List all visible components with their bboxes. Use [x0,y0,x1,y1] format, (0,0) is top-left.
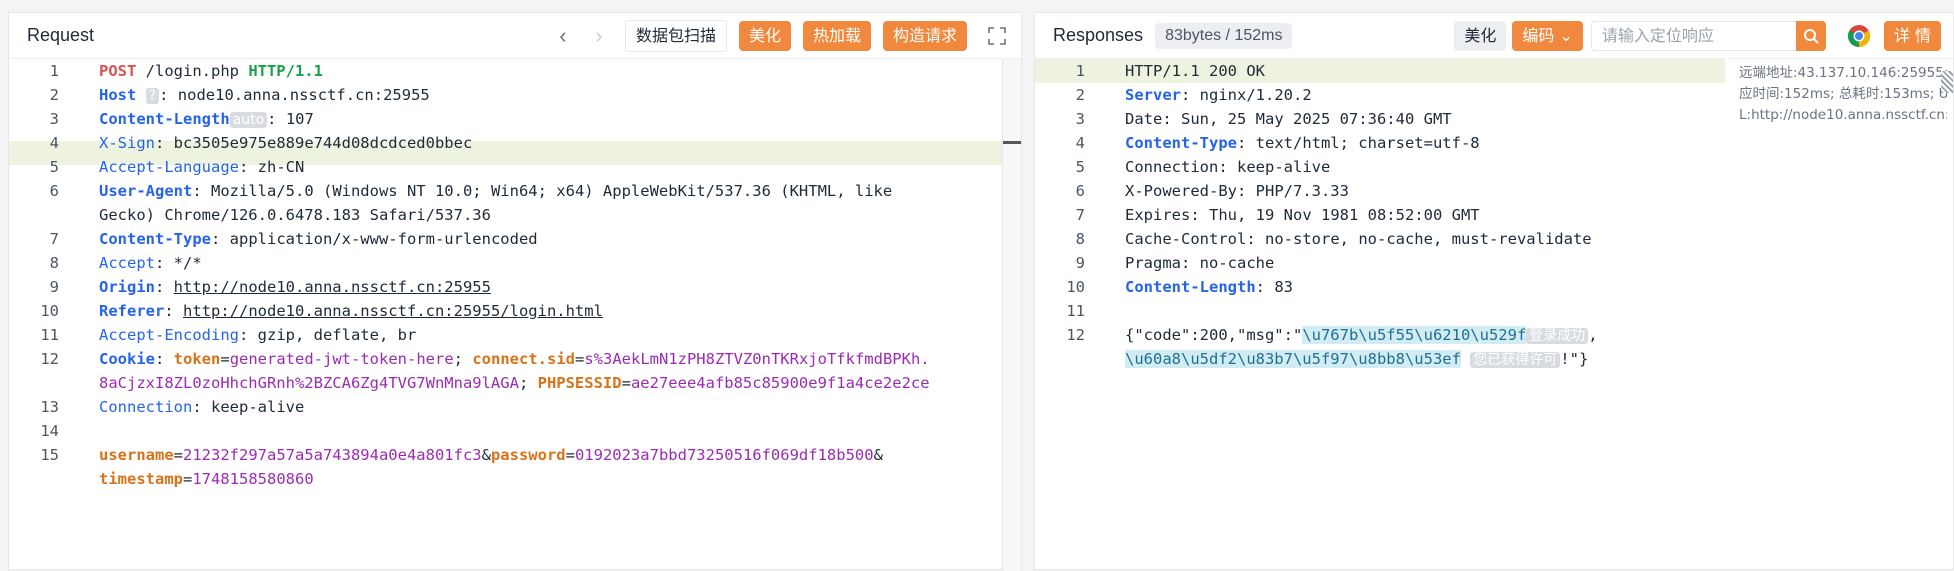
line-number: 15 [40,446,59,464]
origin-link[interactable]: http://node10.anna.nssctf.cn:25955 [174,278,491,296]
hot-reload-button[interactable]: 热加载 [802,20,871,51]
line-number: 9 [1075,254,1085,272]
header-referer: Referer: http://node10.anna.nssctf.cn:25… [99,302,603,320]
line-number: 4 [1075,134,1085,152]
line-number: 1 [49,62,59,80]
line-number: 2 [1075,86,1085,104]
line-number: 11 [40,326,59,344]
line-number: 8 [1075,230,1085,248]
line-number: 1 [1075,62,1085,80]
line-number: 11 [1066,302,1085,320]
chrome-browser-icon[interactable] [1846,23,1872,49]
request-body: username=21232f297a57a5a743894a0e4a801fc… [99,446,883,464]
header-x-sign: X-Sign: bc3505e975e889e744d08dcdced0bbec [99,134,473,152]
locate-input[interactable] [1590,20,1796,51]
line-number: 14 [40,422,59,440]
line-number: 5 [1075,158,1085,176]
referer-link[interactable]: http://node10.anna.nssctf.cn:25955/login… [183,302,603,320]
line-number: 10 [40,302,59,320]
header-content-length: Content-Length auto: 107 [99,110,314,128]
request-panel: Request ‹ › 数据包扫描 美化 热加载 构造请求 1 POST /lo… [8,12,1022,571]
line-number: 13 [40,398,59,416]
header-accept: Accept: */* [99,254,202,272]
response-title: Responses [1053,25,1144,45]
build-request-button[interactable]: 构造请求 [882,20,967,51]
header-accept-encoding: Accept-Encoding: gzip, deflate, br [99,326,417,344]
expand-icon[interactable] [985,24,1009,48]
line-number: 3 [49,110,59,128]
line-number: 4 [49,134,59,152]
line-number: 3 [1075,110,1085,128]
header-content-length: Content-Length: 83 [1125,278,1293,296]
packet-scan-button[interactable]: 数据包扫描 [624,19,727,52]
status-line: HTTP/1.1 200 OK [1125,62,1265,80]
response-editor[interactable]: 1 HTTP/1.1 200 OK 2 Server: nginx/1.20.2… [1035,59,1954,571]
header-connection: Connection: keep-alive [1125,158,1331,176]
header-user-agent-wrap: Gecko) Chrome/126.0.6478.183 Safari/537.… [99,206,491,224]
line-number: 2 [49,86,59,104]
line-number: 10 [1066,278,1085,296]
next-arrow-icon[interactable]: › [581,23,617,49]
header-cookie-wrap: 8aCjzxI8ZL0zoHhchGRnh%2BZCA6Zg4TVG7WnMna… [99,374,930,392]
scroll-position-marker [1003,141,1021,144]
header-pragma: Pragma: no-cache [1125,254,1275,272]
remote-address-info: 远端地址:43.137.10.146:25955; 响 [1739,65,1947,81]
header-x-powered-by: X-Powered-By: PHP/7.3.33 [1125,182,1349,200]
request-scrollbar[interactable] [1002,59,1021,571]
header-server: Server: nginx/1.20.2 [1125,86,1312,104]
response-meta-badge: 83bytes / 152ms [1155,22,1293,49]
line-number: 9 [49,278,59,296]
header-cookie: Cookie: token=generated-jwt-token-here; … [99,350,930,368]
header-expires: Expires: Thu, 19 Nov 1981 08:52:00 GMT [1125,206,1480,224]
search-icon[interactable] [1795,20,1826,51]
chevron-down-icon: ⌄ [1559,25,1573,45]
encode-label: 编码 [1522,25,1555,45]
line-number: 7 [49,230,59,248]
response-panel: Responses 83bytes / 152ms 美化 编码 ⌄ 详 情 1 … [1034,12,1954,570]
url-info: L:http://node10.anna.nssctf.cn:2... [1739,107,1947,123]
line-number: 12 [40,350,59,368]
line-number: 8 [49,254,59,272]
line-number: 6 [1075,182,1085,200]
header-host: Host ?: node10.anna.nssctf.cn:25955 [99,86,430,104]
line-number: 5 [49,158,59,176]
header-origin: Origin: http://node10.anna.nssctf.cn:259… [99,278,491,296]
response-info-panel: 远端地址:43.137.10.146:25955; 响 应时间:152ms; 总… [1739,63,1947,126]
encode-dropdown[interactable]: 编码 ⌄ [1512,20,1583,51]
header-content-type: Content-Type: text/html; charset=utf-8 [1125,134,1480,152]
line-number: 12 [1066,326,1085,344]
header-connection: Connection: keep-alive [99,398,305,416]
header-date: Date: Sun, 25 May 2025 07:36:40 GMT [1125,110,1452,128]
qr-code-icon[interactable] [1941,71,1953,93]
header-content-type: Content-Type: application/x-www-form-url… [99,230,538,248]
response-beautify-button[interactable]: 美化 [1454,20,1507,51]
response-toolbar: Responses 83bytes / 152ms 美化 编码 ⌄ 详 情 [1035,13,1953,59]
request-editor[interactable]: 1 POST /login.php HTTP/1.1 2 Host ?: nod… [9,59,1003,571]
response-body-wrap: \u60a8\u5df2\u83b7\u5f97\u8bb8\u53ef 您已获… [1125,350,1589,368]
timing-info: 应时间:152ms; 总耗时:153ms; UR [1739,86,1947,102]
locate-search [1590,20,1826,51]
prev-arrow-icon[interactable]: ‹ [545,23,581,49]
header-cache-control: Cache-Control: no-store, no-cache, must-… [1125,230,1592,248]
request-toolbar: Request ‹ › 数据包扫描 美化 热加载 构造请求 [9,13,1021,59]
request-body-wrap: timestamp=1748158580860 [99,470,314,488]
line-number: 6 [49,182,59,200]
request-line: POST /login.php HTTP/1.1 [99,62,323,80]
detail-button[interactable]: 详 情 [1883,20,1941,51]
request-title: Request [27,25,95,45]
request-beautify-button[interactable]: 美化 [738,20,791,51]
line-number: 7 [1075,206,1085,224]
header-accept-language: Accept-Language: zh-CN [99,158,305,176]
response-body: {"code":200,"msg":"\u767b\u5f55\u6210\u5… [1125,326,1598,344]
header-user-agent: User-Agent: Mozilla/5.0 (Windows NT 10.0… [99,182,893,200]
